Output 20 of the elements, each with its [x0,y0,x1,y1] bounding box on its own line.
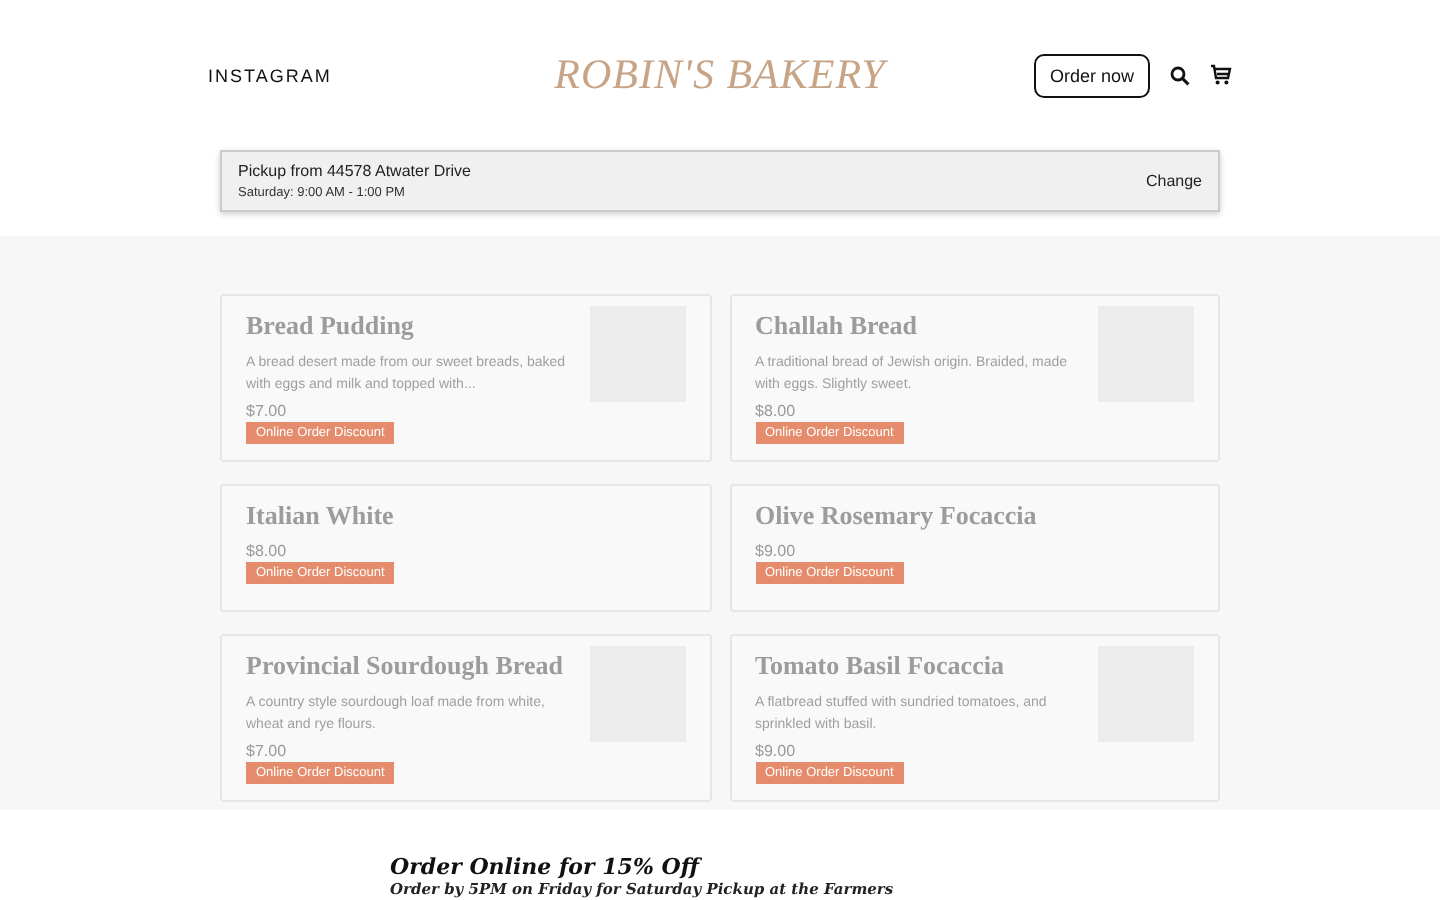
product-price: $7.00 [246,742,287,760]
product-price: $9.00 [755,742,796,760]
instagram-link[interactable]: INSTAGRAM [208,65,448,85]
product-name: Olive Rosemary Focaccia [755,500,1037,532]
product-name: Italian White [246,500,394,532]
product-price: $7.00 [246,402,287,420]
product-name: Bread Pudding [246,310,414,342]
product-price: $9.00 [755,542,796,560]
pickup-location: Pickup from 44578 Atwater Drive [238,162,471,180]
product-name: Challah Bread [755,310,918,342]
product-price: $8.00 [246,542,287,560]
change-link[interactable]: Change [1145,172,1202,190]
cart-icon[interactable] [1210,64,1232,86]
promo-heading: Order Online for 15% Off [390,854,704,880]
product-price: $8.00 [755,402,796,420]
product-name: Provincial Sourdough Bread [246,650,563,682]
order-now-button[interactable]: Order now [1033,53,1150,97]
bakery-logo[interactable]: ROBIN'S BAKERY [554,50,886,100]
search-icon[interactable] [1170,65,1190,85]
product-name: Tomato Basil Focaccia [755,650,1004,682]
